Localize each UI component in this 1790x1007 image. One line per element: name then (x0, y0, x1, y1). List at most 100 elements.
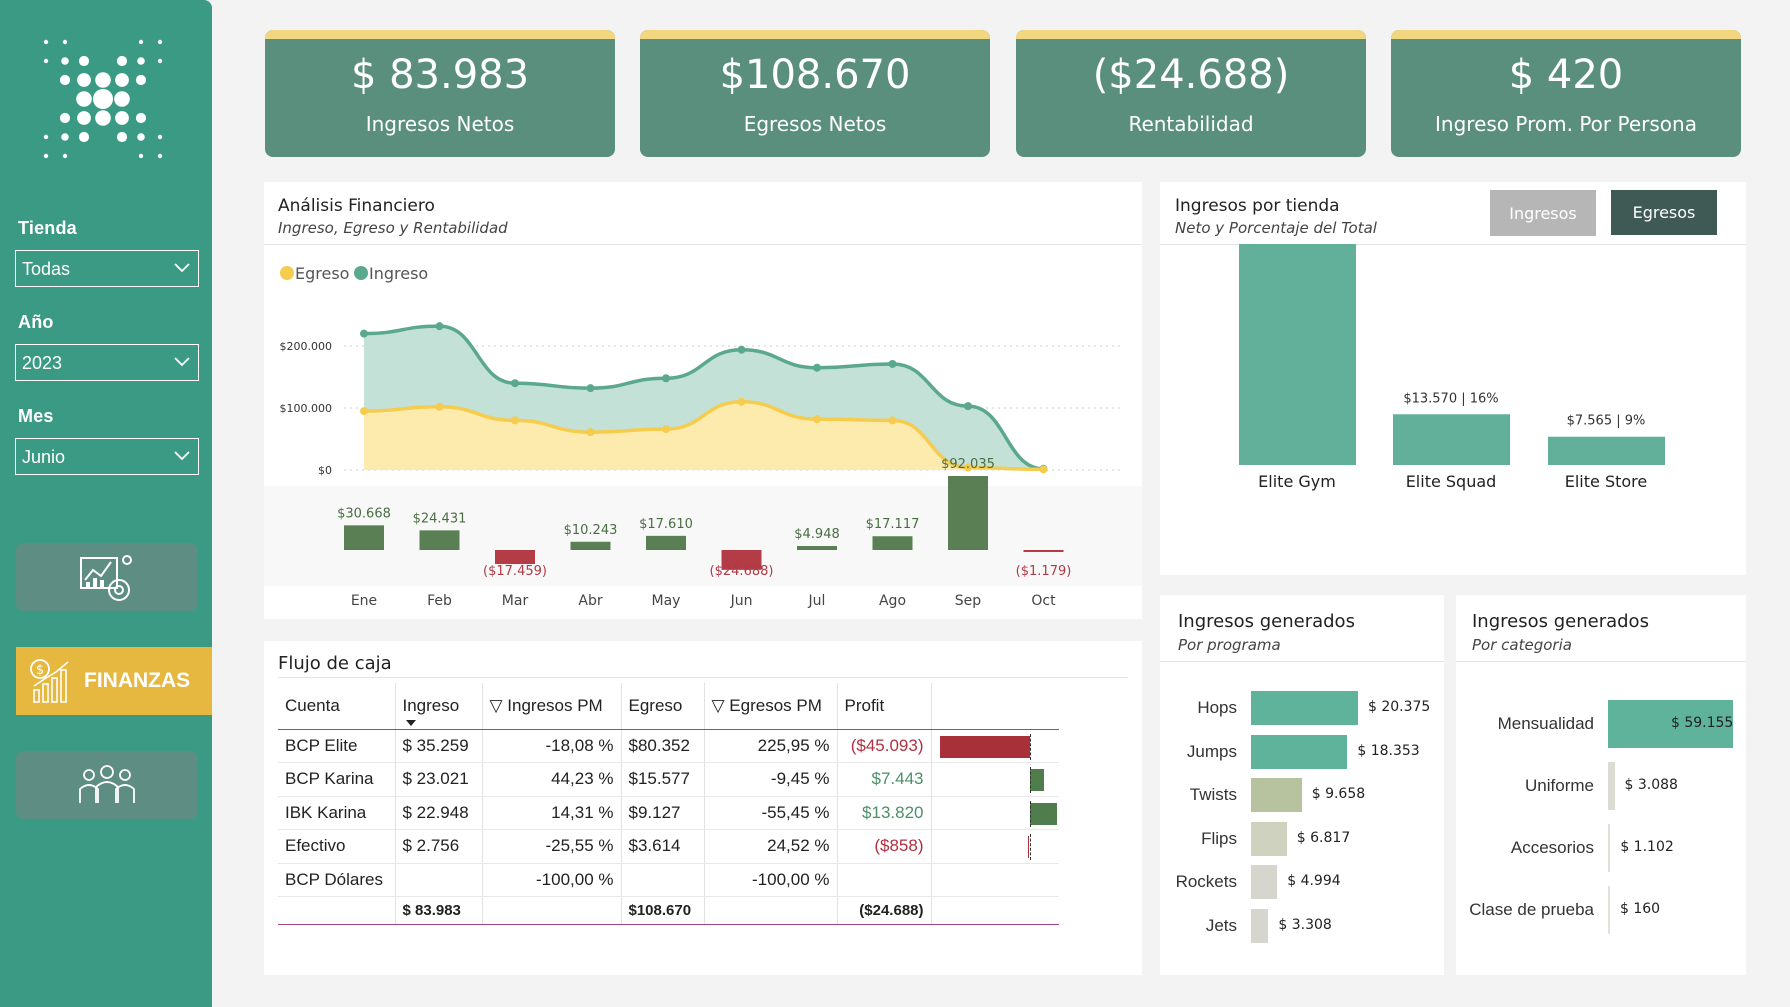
egreso-point[interactable] (435, 402, 444, 411)
cell-cuenta: BCP Karina (278, 762, 396, 797)
logo-dot (43, 58, 49, 64)
ingreso-point[interactable] (888, 359, 897, 368)
profit-bar-label: ($17.459) (483, 564, 547, 579)
table-row[interactable]: BCP Dólares -100,00 % -100,00 % (278, 863, 1059, 897)
ingreso-point[interactable] (964, 402, 972, 411)
col-header-cuenta[interactable]: Cuenta (278, 683, 396, 730)
profit-bar-label: ($24.688) (710, 564, 774, 579)
egreso-point[interactable] (1039, 465, 1048, 474)
col-header-ingresos-pm-label: ▽ Ingresos PM (489, 695, 603, 715)
ingreso-point[interactable] (360, 329, 368, 338)
profit-bar[interactable] (1023, 550, 1064, 552)
cell-ingreso: $ 35.259 (395, 729, 483, 763)
cell-egresos-pm: -55,45 % (704, 796, 838, 830)
col-header-profit-bar (931, 683, 1059, 730)
hbar[interactable] (1251, 734, 1348, 769)
tienda-bar[interactable] (1548, 436, 1665, 465)
kpi-ingreso-prom: $ 420 Ingreso Prom. Por Persona (1391, 30, 1741, 157)
cell-ingresos-pm: -25,55 % (482, 829, 622, 864)
kpi-ingresos-netos: $ 83.983 Ingresos Netos (265, 30, 615, 157)
profit-bar[interactable] (344, 525, 384, 550)
hbar[interactable] (1251, 865, 1278, 899)
profit-bar[interactable] (948, 476, 988, 550)
table-row[interactable]: Efectivo $ 2.756 -25,55 % $3.614 24,52 % ($85… (278, 829, 1059, 864)
hbar[interactable] (1608, 824, 1611, 872)
egreso-point[interactable] (360, 407, 368, 416)
nav-team-button[interactable] (16, 751, 198, 819)
kpi-label: Rentabilidad (1128, 112, 1254, 136)
profit-bar[interactable] (495, 550, 535, 565)
col-header-egresos-pm[interactable]: ▽ Egresos PM (704, 683, 838, 730)
cell-ingresos-pm: 44,23 % (482, 762, 622, 797)
egreso-point[interactable] (511, 416, 519, 425)
egreso-point[interactable] (888, 416, 897, 425)
profit-bar-label: $30.668 (337, 506, 391, 521)
hbar[interactable] (1251, 778, 1302, 812)
logo-dot (76, 91, 92, 107)
hbar[interactable] (1251, 691, 1358, 725)
cell-profit-bar (931, 829, 1059, 864)
hbar[interactable] (1608, 886, 1610, 934)
profit-bar[interactable] (797, 546, 837, 550)
kpi-label: Egresos Netos (743, 112, 887, 136)
profit-bar (1029, 802, 1058, 825)
table-row[interactable]: BCP Elite $ 35.259 -18,08 % $80.352 225,95 %… (278, 729, 1059, 763)
ingreso-point[interactable] (511, 379, 519, 388)
kpi-label: Ingresos Netos (365, 112, 515, 136)
anio-dropdown-value: 2023 (22, 353, 63, 373)
tienda-bar[interactable] (1393, 414, 1510, 465)
cell-egreso: $3.614 (621, 829, 705, 864)
logo-dot (62, 39, 68, 45)
tienda-category-label: Elite Squad (1406, 472, 1497, 491)
panel-title: Ingresos por tienda (1175, 196, 1340, 216)
ingreso-point[interactable] (813, 363, 821, 372)
panel-title: Análisis Financiero (278, 196, 435, 216)
sidebar: Tienda Todas Año 2023 Mes Junio $ FINANZ… (0, 0, 212, 1007)
col-header-ingreso[interactable]: Ingreso (395, 683, 483, 730)
mes-dropdown[interactable]: Junio (15, 438, 199, 475)
logo-dot (115, 111, 129, 125)
profit-bar[interactable] (570, 541, 611, 550)
nav-finanzas-button[interactable]: $ FINANZAS (16, 647, 212, 715)
nav-analytics-button[interactable] (16, 543, 198, 611)
logo-dot (137, 57, 145, 65)
ingreso-point[interactable] (662, 374, 670, 383)
ingreso-point[interactable] (435, 322, 444, 331)
egreso-point[interactable] (662, 425, 670, 434)
tienda-bar[interactable] (1239, 244, 1356, 465)
anio-dropdown[interactable]: 2023 (15, 344, 199, 381)
col-header-ingresos-pm[interactable]: ▽ Ingresos PM (482, 683, 622, 730)
egreso-point[interactable] (737, 397, 746, 406)
egreso-point[interactable] (586, 428, 595, 437)
profit-bar[interactable] (872, 536, 913, 550)
col-header-egreso[interactable]: Egreso (621, 683, 705, 730)
ingreso-point[interactable] (737, 345, 746, 354)
table-row[interactable]: IBK Karina $ 22.948 14,31 % $9.127 -55,45 % $… (278, 796, 1059, 830)
col-header-egreso-label: Egreso (628, 695, 683, 715)
logo-dot (61, 57, 69, 65)
col-header-profit[interactable]: Profit (837, 683, 932, 730)
logo-dot (157, 39, 163, 45)
cell-ingresos-pm: 14,31 % (482, 796, 622, 830)
profit-bar[interactable] (419, 530, 460, 550)
hbar[interactable] (1251, 821, 1287, 856)
ingresos-toggle-button[interactable]: Ingresos (1490, 190, 1596, 236)
kpi-value: $108.670 (719, 52, 911, 98)
tienda-bar-chart: $62.848 | 75%Elite Gym$13.570 | 16%Elite… (1239, 244, 1665, 491)
profit-bar-label: $4.948 (794, 527, 840, 542)
team-people-icon (79, 765, 135, 803)
svg-text:$: $ (36, 663, 44, 678)
chart-legend: Egreso Ingreso (280, 264, 428, 283)
hbar[interactable] (1608, 762, 1615, 810)
egreso-point[interactable] (813, 415, 821, 424)
cell-cuenta: BCP Dólares (278, 863, 396, 897)
profit-bar[interactable] (646, 535, 686, 550)
tienda-bar-label: $7.565 | 9% (1567, 414, 1646, 429)
hbar-value-label: $ 9.658 (1311, 786, 1366, 802)
cell-profit: $13.820 (837, 796, 932, 830)
table-row[interactable]: BCP Karina $ 23.021 44,23 % $15.577 -9,45 % $… (278, 762, 1059, 797)
hbar[interactable] (1251, 908, 1269, 943)
ingreso-point[interactable] (586, 384, 595, 393)
egresos-toggle-button[interactable]: Egresos (1611, 190, 1717, 235)
tienda-dropdown[interactable]: Todas (15, 250, 199, 287)
